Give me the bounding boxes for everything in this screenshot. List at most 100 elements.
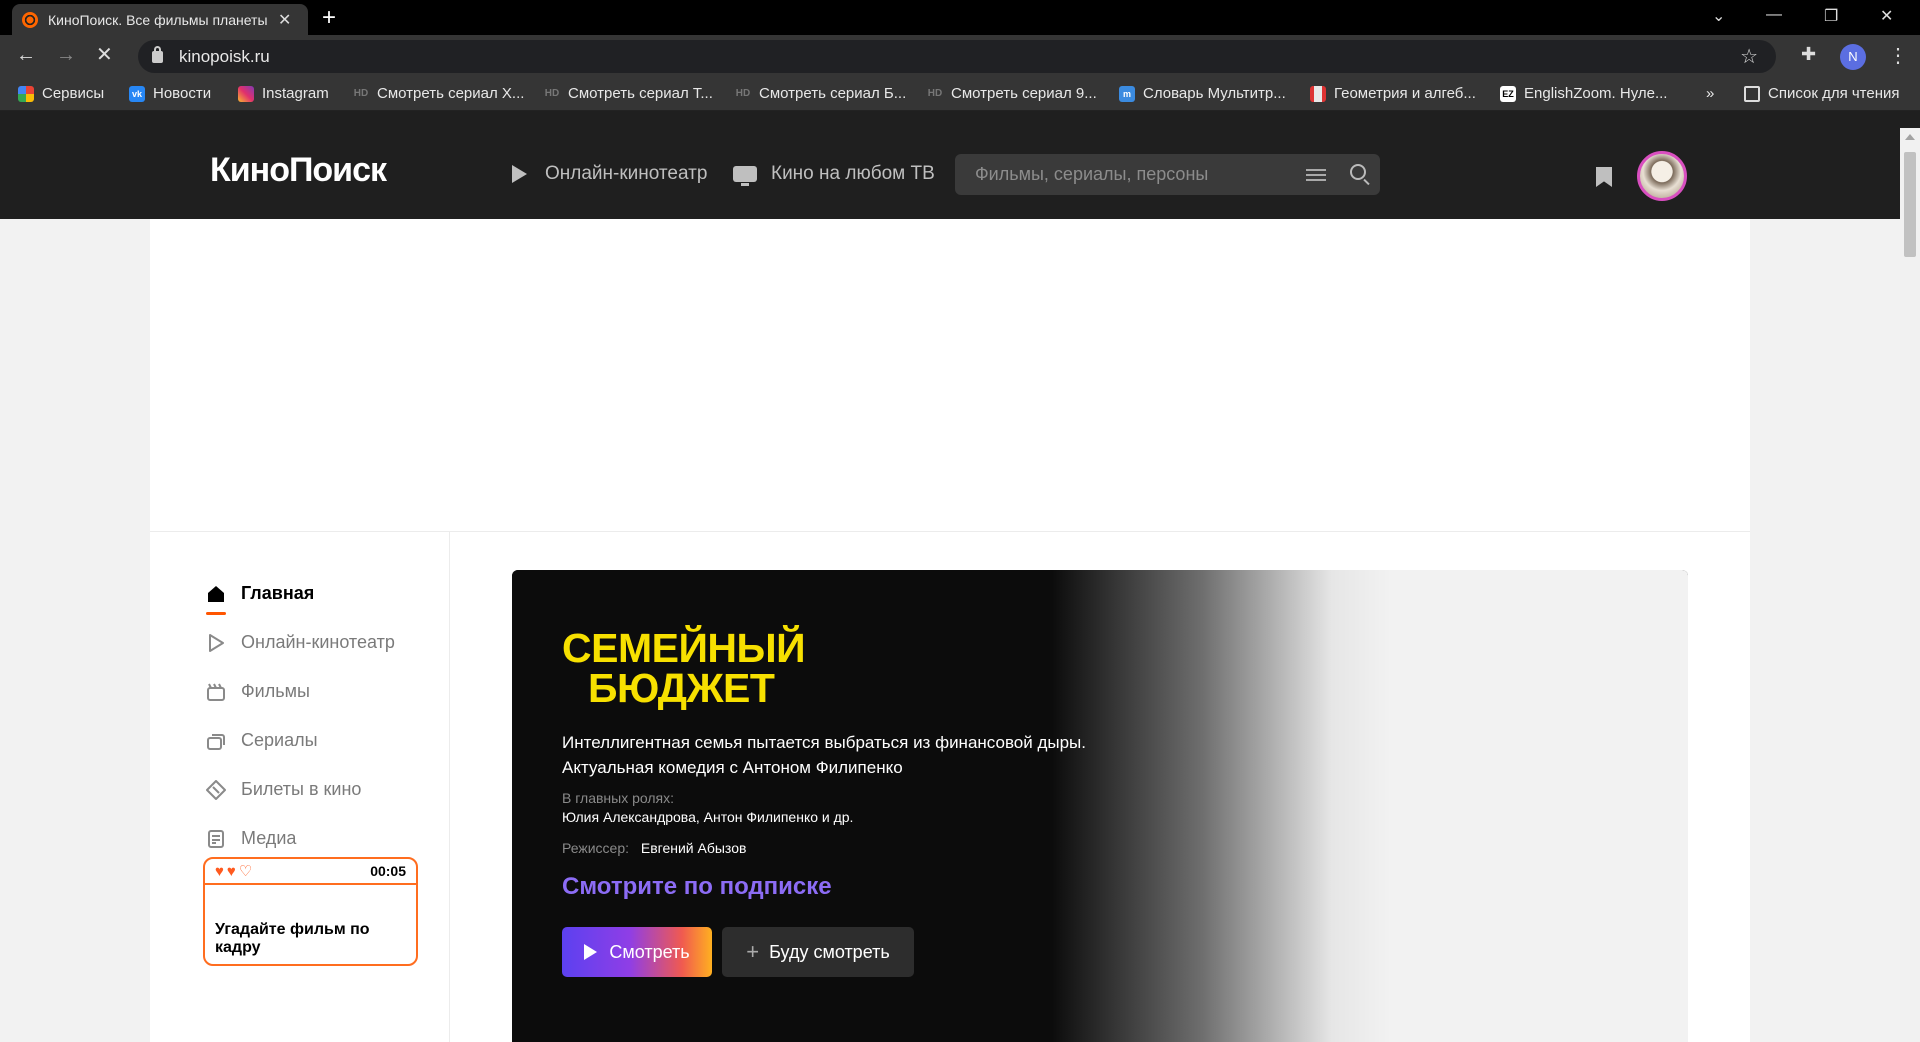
media-icon [208,829,224,848]
minimize-button[interactable]: — [1766,6,1782,24]
bookmark-label: Новости [153,85,212,102]
watch-button[interactable]: Смотреть [562,927,712,977]
bookmark-geometry[interactable]: Геометрия и алгеб... [1310,85,1476,102]
search-box[interactable] [955,154,1380,195]
browser-tab[interactable]: КиноПоиск. Все фильмы планеты ✕ [12,4,308,35]
instagram-icon [238,85,254,102]
close-tab-icon[interactable]: ✕ [278,10,291,30]
new-tab-button[interactable]: + [322,6,336,30]
back-button[interactable]: ← [16,43,36,67]
bookmark-label: Instagram [262,85,329,102]
search-input[interactable] [975,164,1305,185]
watch-button-label: Смотреть [609,941,690,962]
watch-later-label: Буду смотреть [769,941,890,962]
reading-list-label: Список для чтения [1768,85,1900,102]
hearts-icon: ♥♥♡ [215,863,256,880]
ad-area-divider [150,531,1750,532]
scroll-up-arrow-icon[interactable] [1905,134,1915,140]
bookmark-serial-3[interactable]: HD Смотреть сериал Б... [735,85,906,102]
sidebar-item-online-cinema[interactable]: Онлайн-кинотеатр [206,618,436,667]
hero-description-line: Интеллигентная семья пытается выбраться … [562,733,1086,752]
bookmarks-bar: Сервисы vk Новости Instagram HD Смотреть… [0,78,1920,111]
hd-icon: HD [353,88,369,99]
bookmark-serial-1[interactable]: HD Смотреть сериал Х... [353,85,525,102]
bookmark-news[interactable]: vk Новости [129,85,211,102]
sidebar-divider [449,532,450,1042]
scrollbar-thumb[interactable] [1904,152,1916,257]
page-scrollbar[interactable] [1900,128,1920,1042]
profile-avatar[interactable]: N [1840,44,1866,70]
bookmark-label: Смотреть сериал Б... [759,85,907,102]
sidebar-item-label: Онлайн-кинотеатр [241,632,395,652]
watch-later-button[interactable]: + Буду смотреть [722,927,914,977]
hd-icon: HD [927,88,943,99]
sidebar-item-label: Главная [241,583,315,603]
browser-tab-strip: КиноПоиск. Все фильмы планеты ✕ + ⌄ — ❐ … [0,0,1920,35]
play-outline-icon [209,633,224,652]
hero-cast-label: В главных ролях: [562,790,675,806]
englishzoom-icon: EZ [1500,85,1516,102]
more-bookmarks-button[interactable]: » [1706,85,1714,102]
hero-title-line-2: БЮДЖЕТ [588,665,775,711]
browser-menu-icon[interactable]: ⋮ [1888,43,1908,68]
hero-director-label: Режиссер: [562,840,629,856]
hero-director: Режиссер: Евгений Абызов [562,840,746,856]
bookmark-services[interactable]: Сервисы [18,85,104,102]
nav-any-tv-label: Кино на любом ТВ [771,163,935,184]
bookmark-englishzoom[interactable]: EZ EnglishZoom. Нуле... [1500,85,1667,102]
nav-any-tv[interactable]: Кино на любом ТВ [733,163,935,186]
tv-icon [733,166,757,186]
bookmark-multitran[interactable]: m Словарь Мультитр... [1119,85,1286,102]
multitran-icon: m [1119,85,1135,102]
sidebar-item-media[interactable]: Медиа [206,814,436,863]
plus-icon: + [746,939,760,964]
address-bar[interactable]: kinopoisk.ru ☆ [138,40,1776,73]
tab-title: КиноПоиск. Все фильмы планеты [48,11,268,28]
restore-button[interactable]: ❐ [1824,6,1838,26]
site-header: КиноПоиск Онлайн-кинотеатр Кино на любом… [0,111,1920,219]
hero-title-logo: СЕМЕЙНЫЙ БЮДЖЕТ [562,628,806,711]
series-icon [207,733,225,750]
sidebar-item-label: Фильмы [241,681,310,701]
kinopoisk-logo[interactable]: КиноПоиск [210,151,387,190]
bookmark-instagram[interactable]: Instagram [238,85,329,102]
sidebar-item-tickets[interactable]: Билеты в кино [206,765,436,814]
reading-list-button[interactable]: Список для чтения [1744,85,1900,102]
bookmark-serial-4[interactable]: HD Смотреть сериал 9... [927,85,1097,102]
game-timer: 00:05 [370,863,406,879]
game-card-header: ♥♥♡ 00:05 [205,859,416,885]
apps-grid-icon [18,85,34,102]
bookmark-star-icon[interactable]: ☆ [1740,44,1758,69]
nav-online-cinema[interactable]: Онлайн-кинотеатр [512,163,707,185]
sidebar-item-films[interactable]: Фильмы [206,667,436,716]
sidebar-item-label: Билеты в кино [241,779,362,799]
filter-sliders-icon[interactable] [1306,166,1326,182]
url-text[interactable]: kinopoisk.ru [179,47,270,67]
reading-list-icon [1744,85,1760,102]
hero-banner: СЕМЕЙНЫЙ БЮДЖЕТ Интеллигентная семья пыт… [512,570,1688,1042]
lock-icon[interactable] [152,45,163,63]
game-title: Угадайте фильм по кадру [215,921,370,956]
bookmark-label: Смотреть сериал Т... [568,85,713,102]
subscription-text: Смотрите по подписке [562,873,832,900]
bookmark-label: Словарь Мультитр... [1143,85,1286,102]
ticket-icon [206,779,226,800]
forward-button[interactable]: → [56,43,76,67]
guess-film-game-card[interactable]: ♥♥♡ 00:05 Угадайте фильм по кадру [203,857,418,966]
bookmark-icon[interactable] [1596,167,1612,187]
geometry-icon [1310,85,1326,102]
close-window-button[interactable]: ✕ [1880,6,1893,26]
user-avatar[interactable] [1637,151,1687,201]
nav-online-cinema-label: Онлайн-кинотеатр [545,163,708,184]
bookmark-serial-2[interactable]: HD Смотреть сериал Т... [544,85,713,102]
extensions-puzzle-icon[interactable]: ✚ [1801,44,1816,65]
search-icon[interactable] [1350,164,1366,180]
browser-toolbar: ← → ✕ kinopoisk.ru ☆ ✚ N ⋮ [0,35,1920,78]
hero-cast: Юлия Александрова, Антон Филипенко и др. [562,809,854,825]
bookmark-label: Смотреть сериал 9... [951,85,1097,102]
tab-search-chevron-icon[interactable]: ⌄ [1712,6,1725,26]
sidebar-item-series[interactable]: Сериалы [206,716,436,765]
more-bookmarks-label: » [1706,85,1715,102]
sidebar-item-home[interactable]: Главная [206,569,436,618]
stop-loading-button[interactable]: ✕ [96,43,113,67]
